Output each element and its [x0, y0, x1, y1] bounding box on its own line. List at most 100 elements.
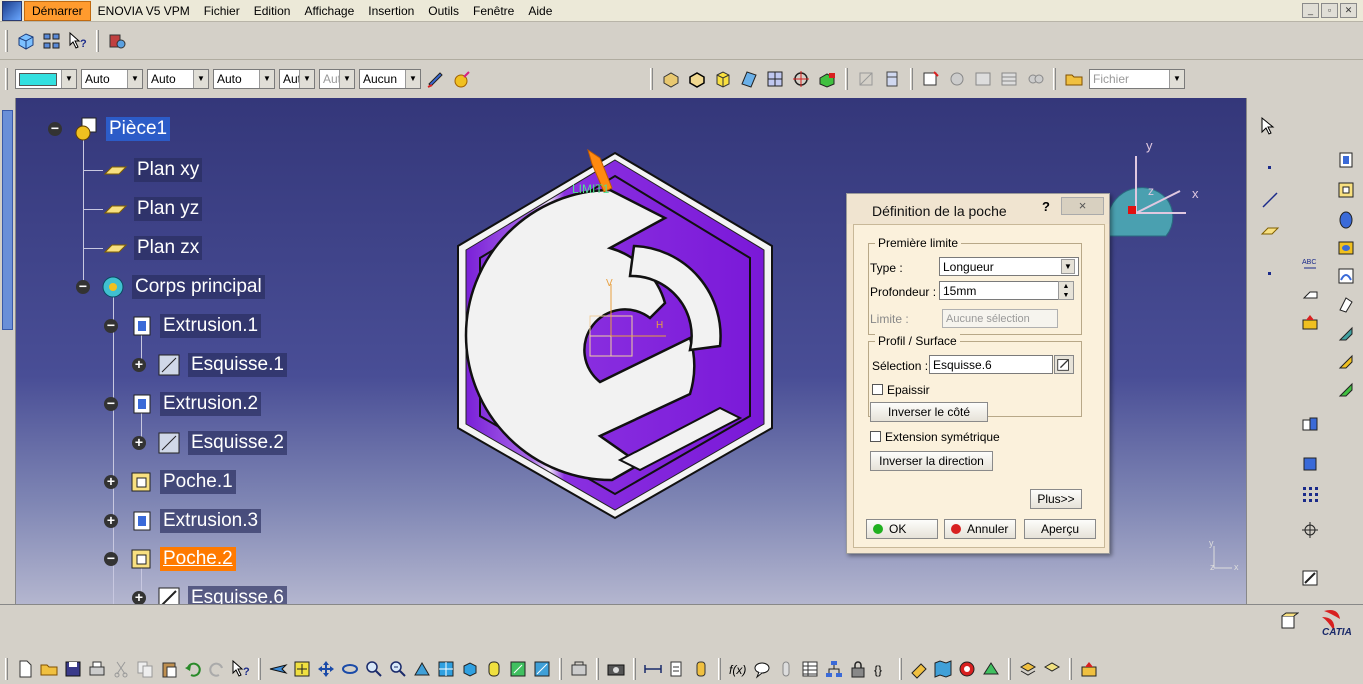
pocket-tool-icon[interactable]: [1336, 180, 1356, 200]
boolean-op-icon[interactable]: [1300, 414, 1320, 434]
chevron-down-icon[interactable]: ▼: [127, 70, 142, 88]
map-icon[interactable]: [933, 659, 953, 679]
layer-properties-icon[interactable]: [1042, 659, 1062, 679]
comment-icon[interactable]: [752, 659, 772, 679]
tree-node-esquisse-2[interactable]: Esquisse.2: [156, 428, 287, 458]
profondeur-input[interactable]: 15mm: [939, 281, 1073, 300]
removed-loft-tool-icon[interactable]: [1336, 380, 1356, 400]
graphic-properties-icon[interactable]: [452, 69, 472, 89]
save-icon[interactable]: [63, 659, 83, 679]
chevron-down-icon[interactable]: ▼: [193, 70, 208, 88]
menu-aide[interactable]: Aide: [521, 2, 559, 20]
profondeur-stepper[interactable]: ▲ ▼: [1058, 281, 1074, 300]
tree-node-poche-2[interactable]: Poche.2: [128, 544, 236, 574]
measure-inertia-icon[interactable]: [691, 659, 711, 679]
annuler-button[interactable]: Annuler: [944, 519, 1016, 539]
zoom-in-icon[interactable]: [364, 659, 384, 679]
swap-visible-icon[interactable]: [817, 69, 837, 89]
constraint-icon[interactable]: [1300, 520, 1320, 540]
layer-filter-icon[interactable]: [1018, 659, 1038, 679]
sketcher-icon[interactable]: [1300, 312, 1320, 332]
loft-tool-icon[interactable]: [1336, 352, 1356, 372]
close-window-button[interactable]: ✕: [1340, 3, 1357, 18]
cut-icon[interactable]: [111, 659, 131, 679]
hidden-edges-icon[interactable]: [739, 69, 759, 89]
menu-affichage[interactable]: Affichage: [297, 2, 361, 20]
copy-icon[interactable]: [135, 659, 155, 679]
paste-icon[interactable]: [159, 659, 179, 679]
slot-tool-icon[interactable]: [1336, 294, 1356, 314]
table-icon[interactable]: [999, 69, 1019, 89]
normal-view-icon[interactable]: [412, 659, 432, 679]
redo-icon[interactable]: [207, 659, 227, 679]
whats-this-icon[interactable]: ?: [68, 31, 88, 51]
tree-scrollbar[interactable]: [0, 98, 16, 604]
dialog-titlebar[interactable]: Définition de la poche ? ×: [847, 194, 1109, 224]
minimize-button[interactable]: _: [1302, 3, 1319, 18]
iso-view-icon[interactable]: [460, 659, 480, 679]
menu-enovia[interactable]: ENOVIA V5 VPM: [91, 2, 197, 20]
catalog-icon[interactable]: [107, 31, 127, 51]
point-icon[interactable]: [1260, 158, 1280, 178]
select-arrow-icon[interactable]: [1258, 116, 1278, 136]
scrollbar-thumb[interactable]: [2, 110, 13, 330]
shading-edges-icon[interactable]: [687, 69, 707, 89]
plus-button[interactable]: Plus>>: [1030, 489, 1082, 509]
transparency-combo[interactable]: Auto ▼: [81, 69, 143, 89]
plane-tool-icon[interactable]: [1260, 220, 1280, 240]
restore-button[interactable]: ▫: [1321, 3, 1338, 18]
chevron-down-icon[interactable]: ▼: [61, 70, 76, 88]
menu-fichier[interactable]: Fichier: [197, 2, 247, 20]
rotate-icon[interactable]: [340, 659, 360, 679]
format-painter-icon[interactable]: [426, 69, 446, 89]
knowledge-icon[interactable]: [947, 69, 967, 89]
flag-note-icon[interactable]: [1300, 284, 1320, 304]
hierarchy-icon[interactable]: [824, 659, 844, 679]
text-annotation-icon[interactable]: ABC: [1300, 254, 1320, 274]
rib-tool-icon[interactable]: [1336, 266, 1356, 286]
capture-icon[interactable]: [606, 659, 626, 679]
cube-icon[interactable]: [713, 69, 733, 89]
measure-icon[interactable]: [856, 69, 876, 89]
line-thickness-combo[interactable]: Auto ▼: [147, 69, 209, 89]
menu-outils[interactable]: Outils: [421, 2, 466, 20]
line-type-combo[interactable]: Auto ▼: [213, 69, 275, 89]
tree-node-extrusion-2[interactable]: Extrusion.2: [128, 389, 262, 419]
tree-node-esquisse-6[interactable]: Esquisse.6: [156, 583, 287, 604]
tree-node-piece[interactable]: Pièce1: [74, 114, 171, 144]
lock-icon[interactable]: [848, 659, 868, 679]
pad-tool-icon[interactable]: [1336, 150, 1356, 170]
quick-view-icon[interactable]: [436, 659, 456, 679]
menu-fenetre[interactable]: Fenêtre: [466, 2, 521, 20]
tree-node-extrusion-3[interactable]: Extrusion.3: [128, 506, 262, 536]
reaction-icon[interactable]: {}: [872, 659, 892, 679]
shaft-tool-icon[interactable]: [1336, 210, 1356, 230]
print-icon[interactable]: [87, 659, 107, 679]
new-icon[interactable]: [15, 659, 35, 679]
measure-between-icon[interactable]: [643, 659, 663, 679]
sketch-edit-icon[interactable]: [1054, 355, 1074, 374]
sheet-icon[interactable]: [973, 69, 993, 89]
tree-node-plan-zx[interactable]: Plan zx: [102, 233, 203, 263]
type-select[interactable]: Longueur ▼: [939, 257, 1079, 276]
selection-input[interactable]: Esquisse.6: [929, 355, 1053, 374]
ok-button[interactable]: OK: [866, 519, 938, 539]
help-icon[interactable]: ?: [1042, 199, 1050, 214]
open-icon[interactable]: [39, 659, 59, 679]
pan-icon[interactable]: [316, 659, 336, 679]
draft-analysis-icon[interactable]: [981, 659, 1001, 679]
analysis-icon[interactable]: [1025, 69, 1045, 89]
multi-view-icon[interactable]: [765, 69, 785, 89]
pattern-icon[interactable]: [1300, 484, 1320, 504]
fit-all-icon[interactable]: [292, 659, 312, 679]
catalog-browser-icon[interactable]: [569, 659, 589, 679]
inverser-direction-button[interactable]: Inverser la direction: [870, 451, 993, 471]
color-combo[interactable]: ▼: [15, 69, 77, 89]
extension-symetrique-checkbox[interactable]: [870, 431, 881, 442]
help-pointer-icon[interactable]: ?: [231, 659, 251, 679]
formula-icon[interactable]: f(x): [728, 659, 748, 679]
menu-insertion[interactable]: Insertion: [361, 2, 421, 20]
design-table-icon[interactable]: [800, 659, 820, 679]
law-icon[interactable]: [776, 659, 796, 679]
chevron-down-icon[interactable]: ▼: [1061, 259, 1075, 274]
